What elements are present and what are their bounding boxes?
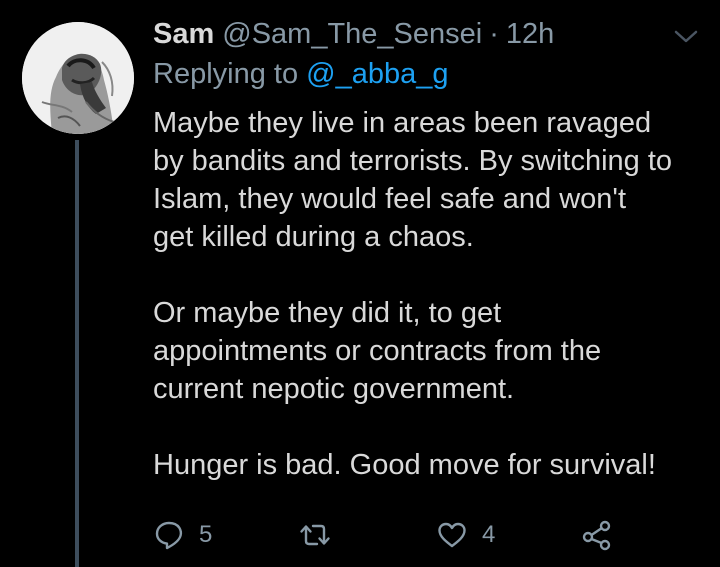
reply-button[interactable]: 5 — [153, 512, 212, 558]
tweet-text-line: Islam, they would feel safe and won't — [153, 183, 627, 215]
replying-to: Replying to @_abba_g — [153, 58, 449, 91]
share-icon — [582, 520, 611, 551]
chevron-down-icon — [674, 30, 698, 43]
like-count: 4 — [482, 521, 496, 548]
separator-dot: · — [489, 18, 499, 50]
heart-icon — [438, 522, 466, 548]
tweet-header: Sam @Sam_The_Sensei · 12h — [153, 18, 554, 58]
replying-mention[interactable]: @_abba_g — [306, 58, 448, 90]
tweet-menu-button[interactable] — [670, 26, 702, 48]
reply-count: 5 — [199, 521, 213, 548]
tweet-text-line: by bandits and terrorists. By switching … — [153, 145, 673, 177]
reply-icon — [155, 521, 183, 550]
tweet-text-line: Or maybe they did it, to get — [153, 297, 502, 329]
tweet[interactable]: Sam @Sam_The_Sensei · 12h Replying to @_… — [0, 0, 720, 567]
tweet-actions: 5 4 — [153, 512, 673, 558]
tweet-text-line: appointments or contracts from the — [153, 335, 602, 367]
tweet-text: Maybe they live in areas been ravaged by… — [153, 104, 713, 484]
tweet-text-line: current nepotic government. — [153, 373, 515, 405]
retweet-icon — [300, 524, 330, 546]
timestamp[interactable]: 12h — [506, 18, 554, 51]
thread-line — [75, 140, 79, 567]
avatar[interactable] — [22, 22, 134, 134]
avatar-image — [22, 22, 134, 134]
tweet-text-line: get killed during a chaos. — [153, 221, 474, 253]
tweet-text-line: Maybe they live in areas been ravaged — [153, 107, 652, 139]
replying-prefix: Replying to — [153, 58, 299, 90]
display-name[interactable]: Sam — [153, 18, 214, 51]
like-button[interactable]: 4 — [436, 512, 495, 558]
tweet-text-line: Hunger is bad. Good move for survival! — [153, 449, 656, 481]
user-handle[interactable]: @Sam_The_Sensei — [222, 18, 482, 51]
retweet-button[interactable] — [299, 512, 345, 558]
share-button[interactable] — [581, 512, 613, 558]
